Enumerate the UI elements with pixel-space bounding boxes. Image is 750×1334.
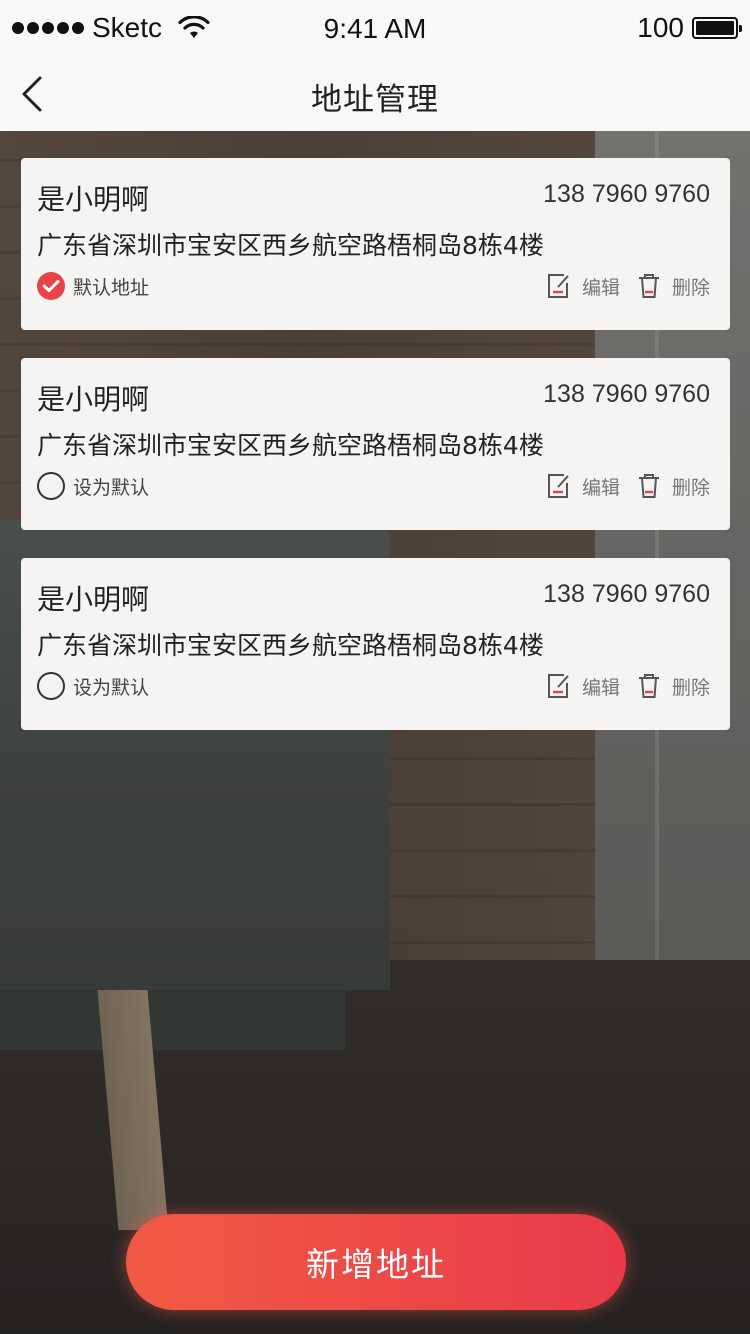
address-list: 是小明啊 138 7960 9760 广东省深圳市宝安区西乡航空路梧桐岛8栋4楼… — [21, 158, 730, 758]
edit-label: 编辑 — [581, 676, 620, 699]
radio-circle-icon — [37, 672, 65, 700]
address-card[interactable]: 是小明啊 138 7960 9760 广东省深圳市宝安区西乡航空路梧桐岛8栋4楼… — [21, 358, 730, 530]
recipient-phone: 138 7960 9760 — [543, 180, 710, 208]
edit-label: 编辑 — [581, 276, 620, 299]
trash-icon — [638, 474, 659, 498]
set-default-label: 设为默认 — [73, 676, 150, 699]
edit-icon — [547, 274, 569, 298]
delete-button[interactable]: 删除 — [636, 272, 710, 300]
page-title: 地址管理 — [311, 82, 439, 118]
delete-button[interactable]: 删除 — [636, 672, 710, 700]
address-card[interactable]: 是小明啊 138 7960 9760 广东省深圳市宝安区西乡航空路梧桐岛8栋4楼… — [21, 558, 730, 730]
address-text: 广东省深圳市宝安区西乡航空路梧桐岛8栋4楼 — [37, 631, 544, 660]
nav-bar: 地址管理 — [0, 56, 750, 131]
battery-icon — [692, 17, 742, 39]
address-text: 广东省深圳市宝安区西乡航空路梧桐岛8栋4楼 — [37, 431, 544, 460]
address-card[interactable]: 是小明啊 138 7960 9760 广东省深圳市宝安区西乡航空路梧桐岛8栋4楼… — [21, 158, 730, 330]
address-text: 广东省深圳市宝安区西乡航空路梧桐岛8栋4楼 — [37, 231, 544, 260]
set-default-label: 设为默认 — [73, 476, 150, 499]
edit-button[interactable]: 编辑 — [546, 272, 620, 300]
edit-icon — [547, 674, 569, 698]
status-bar: Sketc 9:41 AM 100 — [0, 0, 750, 56]
trash-icon — [638, 274, 659, 298]
battery-percent: 100 — [637, 12, 684, 43]
default-label: 默认地址 — [73, 276, 150, 299]
delete-label: 删除 — [671, 676, 710, 699]
recipient-name: 是小明啊 — [37, 383, 150, 416]
delete-button[interactable]: 删除 — [636, 472, 710, 500]
delete-label: 删除 — [671, 276, 710, 299]
set-default-toggle[interactable]: 设为默认 — [37, 472, 149, 500]
edit-button[interactable]: 编辑 — [546, 472, 620, 500]
recipient-phone: 138 7960 9760 — [543, 580, 710, 608]
default-toggle[interactable]: 默认地址 — [37, 272, 149, 300]
checkmark-circle-icon — [37, 272, 65, 300]
recipient-phone: 138 7960 9760 — [543, 380, 710, 408]
set-default-toggle[interactable]: 设为默认 — [37, 672, 149, 700]
recipient-name: 是小明啊 — [37, 183, 150, 216]
edit-button[interactable]: 编辑 — [546, 672, 620, 700]
delete-label: 删除 — [671, 476, 710, 499]
edit-label: 编辑 — [581, 476, 620, 499]
recipient-name: 是小明啊 — [37, 583, 150, 616]
trash-icon — [638, 674, 659, 698]
radio-circle-icon — [37, 472, 65, 500]
edit-icon — [547, 474, 569, 498]
add-address-button[interactable]: 新增地址 — [126, 1214, 626, 1310]
